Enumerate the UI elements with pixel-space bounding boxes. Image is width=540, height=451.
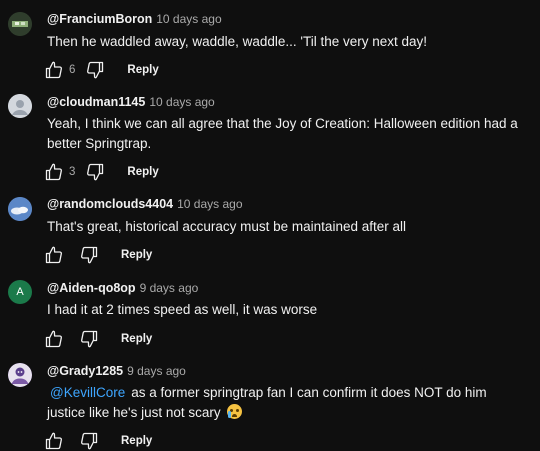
comment-author[interactable]: @Grady1285 [47, 364, 123, 378]
comment-actions: 6 Reply [44, 60, 159, 80]
thumbs-down-icon[interactable] [79, 245, 99, 265]
thumbs-down-icon[interactable] [79, 329, 99, 349]
avatar[interactable] [8, 12, 32, 36]
avatar[interactable] [8, 197, 32, 221]
avatar-image-icon [8, 197, 32, 221]
comment-actions: 3 Reply [44, 162, 159, 182]
comment-author[interactable]: @Aiden-qo8op [47, 281, 136, 295]
thumbs-down-icon[interactable] [85, 162, 105, 182]
reply-button[interactable]: Reply [127, 166, 158, 178]
avatar-image-icon [8, 94, 32, 118]
comment-text: @KevillCore as a former springtrap fan I … [47, 383, 527, 423]
comment-timestamp[interactable]: 9 days ago [140, 281, 199, 295]
loudly-crying-face-emoji-icon [227, 404, 243, 419]
comment-header: @FranciumBoron 10 days ago [47, 11, 222, 27]
reply-button[interactable]: Reply [127, 64, 158, 76]
thumbs-up-icon[interactable] [44, 245, 64, 265]
avatar-image-icon [8, 363, 32, 387]
comment-author[interactable]: @cloudman1145 [47, 95, 145, 109]
thumbs-up-icon[interactable] [44, 60, 64, 80]
comment-header: @Grady1285 9 days ago [47, 363, 186, 379]
reply-button[interactable]: Reply [121, 333, 152, 345]
comment-author[interactable]: @randomclouds4404 [47, 197, 173, 211]
comment-actions: Reply [44, 245, 152, 265]
avatar[interactable] [8, 363, 32, 387]
mention-link[interactable]: @KevillCore [50, 385, 125, 400]
thumbs-up-icon[interactable] [44, 329, 64, 349]
thumbs-up-icon[interactable] [44, 162, 64, 182]
reply-button[interactable]: Reply [121, 435, 152, 447]
comment-timestamp[interactable]: 10 days ago [149, 95, 214, 109]
reply-button[interactable]: Reply [121, 249, 152, 261]
avatar[interactable] [8, 94, 32, 118]
like-count: 3 [69, 166, 76, 178]
avatar-image-icon [8, 12, 32, 36]
comment-header: @randomclouds4404 10 days ago [47, 196, 243, 212]
like-count: 6 [69, 64, 76, 76]
comment-header: @cloudman1145 10 days ago [47, 94, 215, 110]
comment-text: Then he waddled away, waddle, waddle... … [47, 34, 428, 49]
comment-timestamp[interactable]: 9 days ago [127, 364, 186, 378]
comment-timestamp[interactable]: 10 days ago [177, 197, 242, 211]
thumbs-down-icon[interactable] [79, 431, 99, 451]
comment-timestamp[interactable]: 10 days ago [156, 12, 221, 26]
comment-author[interactable]: @FranciumBoron [47, 12, 152, 26]
comment-text: That's great, historical accuracy must b… [47, 219, 406, 234]
avatar-letter: A [16, 286, 24, 298]
comment-actions: Reply [44, 431, 152, 451]
thumbs-up-icon[interactable] [44, 431, 64, 451]
comment-actions: Reply [44, 329, 152, 349]
thumbs-down-icon[interactable] [85, 60, 105, 80]
comment-text: Yeah, I think we can all agree that the … [47, 116, 518, 151]
comment-header: @Aiden-qo8op 9 days ago [47, 280, 198, 296]
comment-text: I had it at 2 times speed as well, it wa… [47, 302, 318, 317]
avatar[interactable]: A [8, 280, 32, 304]
